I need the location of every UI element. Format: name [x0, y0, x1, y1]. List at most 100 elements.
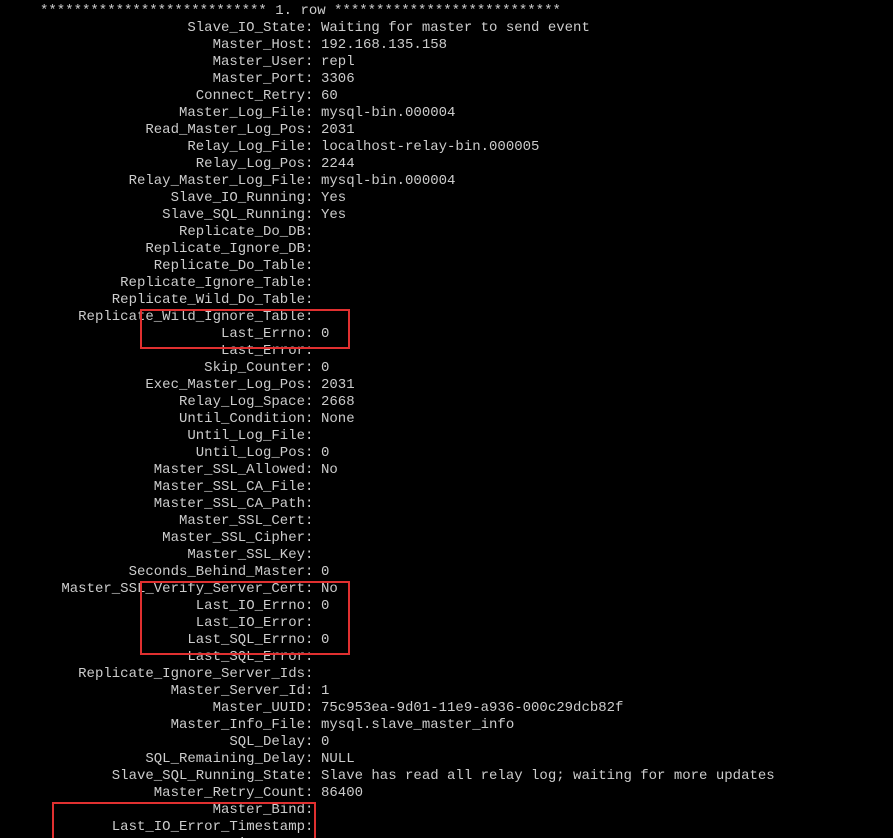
status-row: Master_Log_File: mysql-bin.000004 — [0, 105, 893, 122]
field-separator: : — [305, 309, 321, 326]
field-separator: : — [305, 139, 321, 156]
field-key: Master_Bind — [0, 802, 305, 819]
field-separator: : — [305, 258, 321, 275]
field-separator: : — [305, 377, 321, 394]
field-value: 0 — [321, 734, 329, 751]
status-row: Master_Bind: — [0, 802, 893, 819]
field-key: Replicate_Do_DB — [0, 224, 305, 241]
status-row: Master_SSL_Verify_Server_Cert: No — [0, 581, 893, 598]
field-separator: : — [305, 37, 321, 54]
field-key: Last_SQL_Error — [0, 649, 305, 666]
field-separator: : — [305, 190, 321, 207]
field-separator: : — [305, 547, 321, 564]
status-row: Master_Server_Id: 1 — [0, 683, 893, 700]
field-value: mysql.slave_master_info — [321, 717, 514, 734]
field-value: None — [321, 411, 355, 428]
status-row: Last_Error: — [0, 343, 893, 360]
field-key: Relay_Log_Space — [0, 394, 305, 411]
status-row: Replicate_Ignore_Table: — [0, 275, 893, 292]
status-row: Replicate_Wild_Do_Table: — [0, 292, 893, 309]
status-row: Replicate_Do_Table: — [0, 258, 893, 275]
field-key: Replicate_Wild_Ignore_Table — [0, 309, 305, 326]
status-row: Relay_Log_File: localhost-relay-bin.0000… — [0, 139, 893, 156]
field-value: 1 — [321, 683, 329, 700]
field-separator: : — [305, 411, 321, 428]
field-key: Master_UUID — [0, 700, 305, 717]
field-separator: : — [305, 105, 321, 122]
field-separator: : — [305, 445, 321, 462]
status-row: Last_IO_Error: — [0, 615, 893, 632]
field-key: Last_Errno — [0, 326, 305, 343]
field-separator: : — [305, 326, 321, 343]
field-key: Exec_Master_Log_Pos — [0, 377, 305, 394]
field-separator: : — [305, 768, 321, 785]
status-row: Replicate_Wild_Ignore_Table: — [0, 309, 893, 326]
status-row: Last_SQL_Errno: 0 — [0, 632, 893, 649]
field-value: 0 — [321, 445, 329, 462]
field-separator: : — [305, 564, 321, 581]
status-row: Last_IO_Error_Timestamp: — [0, 819, 893, 836]
field-key: SQL_Remaining_Delay — [0, 751, 305, 768]
field-key: Slave_SQL_Running_State — [0, 768, 305, 785]
field-key: Skip_Counter — [0, 360, 305, 377]
field-key: Master_Host — [0, 37, 305, 54]
field-separator: : — [305, 513, 321, 530]
status-row: Exec_Master_Log_Pos: 2031 — [0, 377, 893, 394]
field-separator: : — [305, 581, 321, 598]
field-separator: : — [305, 717, 321, 734]
field-separator: : — [305, 428, 321, 445]
field-separator: : — [305, 700, 321, 717]
row-header: *************************** 1. row *****… — [0, 3, 893, 20]
field-value: 192.168.135.158 — [321, 37, 447, 54]
field-value: mysql-bin.000004 — [321, 173, 455, 190]
field-separator: : — [305, 54, 321, 71]
field-value: 2031 — [321, 122, 355, 139]
field-value: Yes — [321, 207, 346, 224]
field-separator: : — [305, 462, 321, 479]
field-key: Connect_Retry — [0, 88, 305, 105]
status-row: Replicate_Ignore_DB: — [0, 241, 893, 258]
field-separator: : — [305, 615, 321, 632]
field-value: mysql-bin.000004 — [321, 105, 455, 122]
field-separator: : — [305, 122, 321, 139]
field-value: 0 — [321, 326, 329, 343]
terminal-output: mysql> show slave status\G**************… — [0, 0, 893, 838]
field-separator: : — [305, 275, 321, 292]
field-key: Read_Master_Log_Pos — [0, 122, 305, 139]
field-separator: : — [305, 360, 321, 377]
field-key: Master_SSL_Key — [0, 547, 305, 564]
field-key: Master_Port — [0, 71, 305, 88]
field-separator: : — [305, 71, 321, 88]
field-separator: : — [305, 683, 321, 700]
status-row: Replicate_Ignore_Server_Ids: — [0, 666, 893, 683]
field-key: Replicate_Do_Table — [0, 258, 305, 275]
field-key: Master_Retry_Count — [0, 785, 305, 802]
field-value: NULL — [321, 751, 355, 768]
status-row: Connect_Retry: 60 — [0, 88, 893, 105]
field-separator: : — [305, 734, 321, 751]
status-row: Master_User: repl — [0, 54, 893, 71]
field-key: Master_Info_File — [0, 717, 305, 734]
field-key: Replicate_Ignore_Table — [0, 275, 305, 292]
field-key: Master_SSL_CA_File — [0, 479, 305, 496]
field-key: Master_SSL_Allowed — [0, 462, 305, 479]
field-key: Slave_IO_State — [0, 20, 305, 37]
status-row: Master_SSL_Cert: — [0, 513, 893, 530]
field-key: Last_SQL_Errno — [0, 632, 305, 649]
field-value: 86400 — [321, 785, 363, 802]
field-separator: : — [305, 751, 321, 768]
field-separator: : — [305, 394, 321, 411]
field-separator: : — [305, 173, 321, 190]
field-separator: : — [305, 819, 321, 836]
field-value: Slave has read all relay log; waiting fo… — [321, 768, 775, 785]
status-row: Master_SSL_Cipher: — [0, 530, 893, 547]
field-value: 0 — [321, 564, 329, 581]
field-separator: : — [305, 496, 321, 513]
field-key: Replicate_Ignore_Server_Ids — [0, 666, 305, 683]
field-separator: : — [305, 785, 321, 802]
status-row: SQL_Remaining_Delay: NULL — [0, 751, 893, 768]
field-separator: : — [305, 632, 321, 649]
field-key: Relay_Log_Pos — [0, 156, 305, 173]
field-key: Seconds_Behind_Master — [0, 564, 305, 581]
field-key: Master_SSL_Cert — [0, 513, 305, 530]
